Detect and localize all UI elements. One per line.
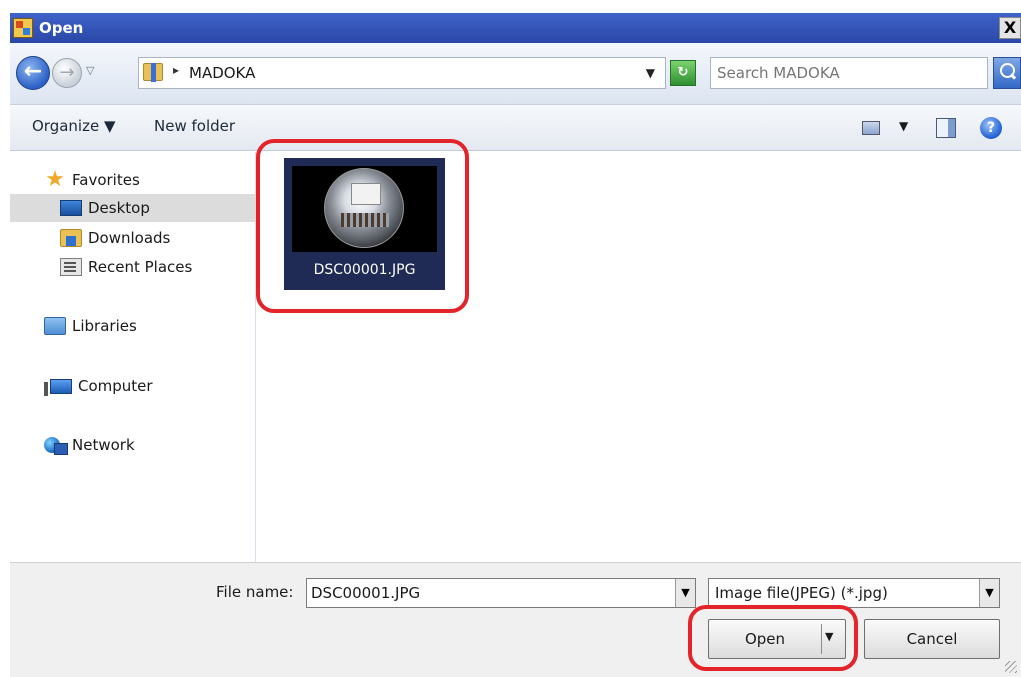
network-icon [44,437,68,455]
sidebar-item-desktop[interactable]: Desktop [10,194,256,222]
sidebar-item-favorites[interactable]: ★ Favorites [10,166,256,194]
file-name-label: DSC00001.JPG [313,262,416,278]
sidebar-item-label: Desktop [88,199,150,217]
open-button[interactable]: Open ▼ [708,619,846,659]
title-bar[interactable]: Open X [10,13,1021,43]
command-toolbar: Organize ▼ New folder ▼ ? [10,105,1021,151]
sidebar-item-label: Computer [78,377,153,395]
libraries-icon [44,317,66,335]
recent-places-icon [60,258,82,276]
file-name-label: File name: [216,583,294,601]
history-dropdown-icon[interactable]: ▽ [86,64,94,77]
forward-arrow-icon[interactable]: → [52,58,82,88]
new-folder-button[interactable]: New folder [154,117,235,135]
computer-icon [44,378,72,396]
file-thumbnail [292,166,437,252]
breadcrumb-separator-icon[interactable]: ▸ [173,63,179,77]
help-icon[interactable]: ? [980,117,1002,139]
navigation-pane: ★ Favorites Desktop Downloads Recent Pla… [10,152,256,562]
sidebar-item-computer[interactable]: Computer [10,372,256,400]
app-icon [13,18,33,38]
file-type-dropdown-icon[interactable]: ▼ [979,579,999,607]
sidebar-item-label: Recent Places [88,258,193,276]
downloads-folder-icon [60,229,82,247]
sidebar-item-label: Favorites [72,171,140,189]
sidebar-item-libraries[interactable]: Libraries [10,312,256,340]
refresh-icon[interactable]: ↻ [670,60,696,86]
preview-pane-icon[interactable] [936,118,956,138]
file-type-value: Image file(JPEG) (*.jpg) [715,584,888,602]
breadcrumb-madoka[interactable]: MADOKA [189,64,255,82]
close-button[interactable]: X [999,17,1021,39]
open-button-label: Open [744,630,786,648]
open-file-dialog: Open X ← → ▽ ▸ MADOKA ▼ ↻ Organize ▼ New… [0,0,1021,677]
sidebar-item-label: Downloads [88,229,171,247]
file-item-dsc00001[interactable]: DSC00001.JPG [284,158,445,290]
address-bar[interactable]: ▸ MADOKA ▼ [138,57,666,89]
star-icon: ★ [45,167,65,192]
change-view-icon[interactable] [862,121,880,135]
desktop-icon [60,200,82,216]
file-name-input[interactable] [311,579,671,607]
sidebar-item-recent-places[interactable]: Recent Places [10,253,256,281]
file-name-dropdown-icon[interactable]: ▼ [675,579,695,607]
organize-button[interactable]: Organize ▼ [32,117,116,135]
resize-grip-icon[interactable] [1005,661,1017,673]
file-type-select[interactable]: Image file(JPEG) (*.jpg) ▼ [708,578,1000,608]
folder-icon [143,63,163,82]
back-arrow-icon[interactable]: ← [16,56,50,90]
dialog-footer: File name: ▼ Image file(JPEG) (*.jpg) ▼ … [10,562,1021,677]
fisheye-photo-image [324,168,404,248]
search-icon[interactable] [993,57,1021,89]
open-options-dropdown-icon[interactable]: ▼ [825,630,833,643]
address-dropdown-icon[interactable]: ▼ [646,66,655,80]
address-bar-row: ← → ▽ ▸ MADOKA ▼ ↻ [10,43,1021,105]
view-options-dropdown-icon[interactable]: ▼ [899,119,908,133]
search-box [710,57,988,89]
sidebar-item-network[interactable]: Network [10,431,256,459]
cancel-button[interactable]: Cancel [864,619,1000,659]
file-name-combobox: ▼ [306,578,696,608]
split-divider [821,624,822,654]
sidebar-item-downloads[interactable]: Downloads [10,224,256,252]
search-input[interactable] [717,58,983,88]
dialog-title: Open [39,19,84,37]
sidebar-item-label: Network [72,436,135,454]
sidebar-item-label: Libraries [72,317,137,335]
